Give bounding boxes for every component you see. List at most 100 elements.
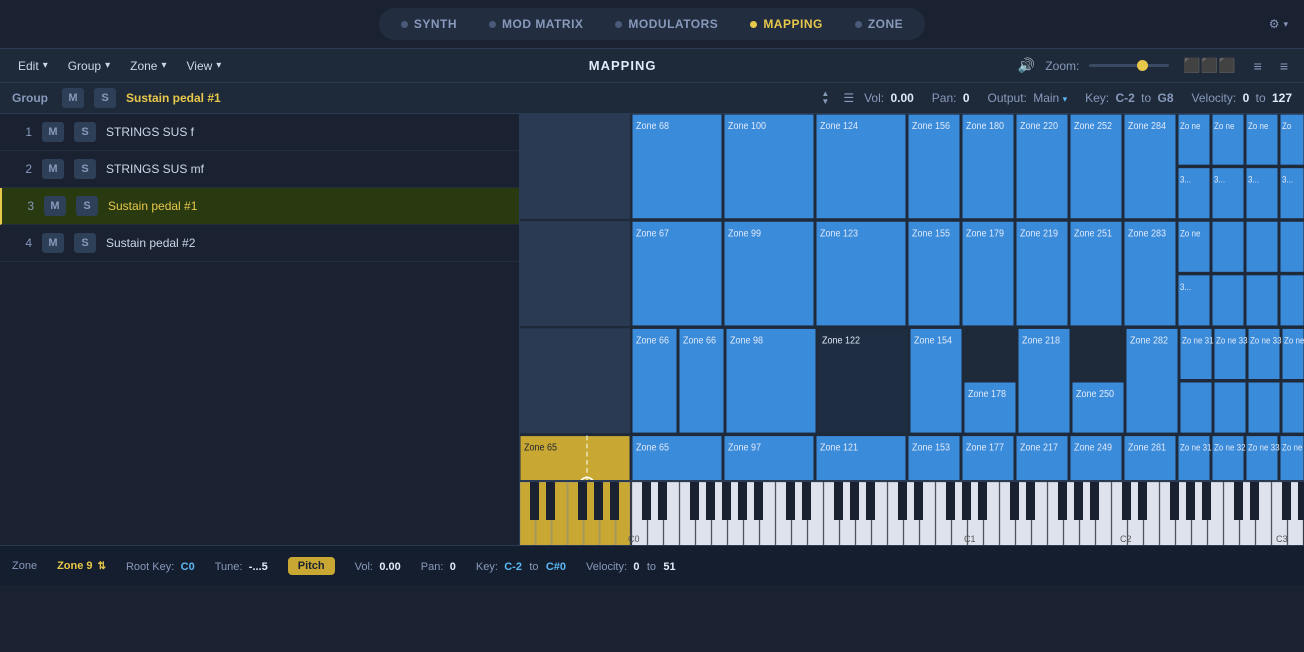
tab-mod-matrix[interactable]: MOD MATRIX [475, 12, 597, 36]
synth-label: SYNTH [414, 17, 457, 31]
settings-chevron: ▾ [1283, 19, 1288, 30]
row2-solo[interactable]: S [74, 159, 96, 179]
piano-svg[interactable]: C0 C1 C2 C3 [520, 482, 1304, 545]
pan-info: Pan: 0 [932, 91, 970, 105]
mapping-label: MAPPING [763, 17, 823, 31]
status-velocity-label: Velocity: [586, 561, 627, 573]
row1-solo[interactable]: S [74, 122, 96, 142]
root-key-value[interactable]: C0 [181, 561, 195, 573]
piano-keyboard: C0 C1 C2 C3 [520, 480, 1304, 545]
zoom-slider[interactable] [1089, 64, 1169, 67]
edit-menu[interactable]: Edit ▾ [12, 57, 54, 75]
group-row-label: Group [12, 91, 48, 105]
edit-label: Edit [18, 59, 39, 73]
svg-text:Zo ne: Zo ne [1248, 121, 1269, 132]
svg-text:Zone 219: Zone 219 [1020, 228, 1058, 240]
toolbar-title: MAPPING [239, 58, 1006, 73]
speaker-icon[interactable]: 🔊 [1018, 57, 1035, 74]
group-nav-arrows[interactable]: ▲ ▼ [821, 90, 829, 106]
tab-modulators[interactable]: MODULATORS [601, 12, 732, 36]
svg-text:Zone 250: Zone 250 [1076, 388, 1115, 400]
status-vol-value[interactable]: 0.00 [379, 561, 400, 573]
row2-mute[interactable]: M [42, 159, 64, 179]
zone-chevron: ▾ [161, 60, 166, 71]
svg-text:Zone 178: Zone 178 [968, 388, 1006, 400]
zoom-thumb [1137, 60, 1148, 71]
top-nav: SYNTH MOD MATRIX MODULATORS MAPPING ZONE… [0, 0, 1304, 48]
synth-dot [401, 21, 408, 28]
svg-text:Zone 217: Zone 217 [1020, 442, 1058, 454]
status-key-to[interactable]: C#0 [546, 561, 566, 573]
svg-text:Zo ne 36 1: Zo ne 36 1 [1282, 442, 1304, 453]
piano-black-keys[interactable] [530, 482, 1304, 520]
tune-label: Tune: [215, 561, 243, 573]
zoom-label: Zoom: [1045, 59, 1079, 73]
status-velocity-from[interactable]: 0 [633, 561, 639, 573]
svg-text:Zo ne: Zo ne [1180, 228, 1201, 239]
group-solo-btn[interactable]: S [94, 88, 116, 108]
zone-220-label: Zone 220 [1020, 121, 1059, 133]
sidebar: 1 M S STRINGS SUS f 2 M S STRINGS SUS mf… [0, 114, 520, 545]
status-pan-section: Pan: 0 [421, 559, 456, 573]
svg-text:Zone 98: Zone 98 [730, 335, 763, 347]
mapping-dot [750, 21, 757, 28]
row4-solo[interactable]: S [74, 233, 96, 253]
svg-text:Zone 65: Zone 65 [636, 442, 670, 454]
sidebar-row-1[interactable]: 1 M S STRINGS SUS f [0, 114, 519, 151]
group-mute-btn[interactable]: M [62, 88, 84, 108]
bars-icon[interactable]: ⬛⬛⬛ [1179, 55, 1239, 76]
tab-zone[interactable]: ZONE [841, 12, 917, 36]
tab-synth[interactable]: SYNTH [387, 12, 471, 36]
svg-text:3...: 3... [1180, 174, 1191, 185]
c0-label: C0 [628, 534, 640, 544]
zone-status-value[interactable]: Zone 9 ⇅ [57, 560, 106, 572]
row1-name: STRINGS SUS f [106, 125, 507, 139]
group-info: Vol: 0.00 Pan: 0 Output: Main ▾ Key: C-2… [864, 91, 1292, 105]
row3-mute[interactable]: M [44, 196, 66, 216]
zone-100-label: Zone 100 [728, 121, 767, 133]
toolbar: Edit ▾ Group ▾ Zone ▾ View ▾ MAPPING 🔊 Z… [0, 48, 1304, 83]
status-pan-value[interactable]: 0 [450, 561, 456, 573]
settings-button[interactable]: ⚙ ▾ [1269, 17, 1288, 31]
output-info: Output: Main ▾ [988, 91, 1068, 105]
zone-156-label: Zone 156 [912, 121, 950, 133]
view-menu[interactable]: View ▾ [181, 57, 228, 75]
status-vol-section: Vol: 0.00 [355, 559, 401, 573]
row1-mute[interactable]: M [42, 122, 64, 142]
svg-text:Zone 251: Zone 251 [1074, 228, 1112, 240]
status-velocity-to[interactable]: 51 [663, 561, 675, 573]
zone-menu-label: Zone [130, 59, 157, 73]
row3-solo[interactable]: S [76, 196, 98, 216]
group-row: Group M S Sustain pedal #1 ▲ ▼ ☰ Vol: 0.… [0, 83, 1304, 114]
group-list-icon[interactable]: ☰ [843, 91, 854, 105]
c2-label: C2 [1120, 534, 1132, 544]
pitch-button[interactable]: Pitch [288, 557, 335, 575]
zone-status-label: Zone [12, 560, 37, 572]
tune-value[interactable]: -...5 [249, 561, 268, 573]
group-menu[interactable]: Group ▾ [62, 57, 116, 75]
sidebar-row-4[interactable]: 4 M S Sustain pedal #2 [0, 225, 519, 262]
sidebar-row-2[interactable]: 2 M S STRINGS SUS mf [0, 151, 519, 188]
svg-text:3...: 3... [1214, 174, 1225, 185]
svg-text:Zone 154: Zone 154 [914, 335, 953, 347]
status-key-from[interactable]: C-2 [504, 561, 522, 573]
tab-mapping[interactable]: MAPPING [736, 12, 837, 36]
list-icon[interactable]: ≡ [1250, 56, 1266, 76]
row4-mute[interactable]: M [42, 233, 64, 253]
root-key-label: Root Key: [126, 561, 174, 573]
c1-label: C1 [964, 534, 976, 544]
svg-text:3...: 3... [1248, 174, 1259, 185]
svg-text:Zo ne: Zo ne [1180, 121, 1201, 132]
svg-text:Zone 65: Zone 65 [524, 442, 558, 454]
zone-map: Zone 68 Zone 100 Zone 124 Zone 156 Zone … [520, 114, 1304, 545]
status-pan-label: Pan: [421, 561, 444, 573]
zone-menu[interactable]: Zone ▾ [124, 57, 172, 75]
view-chevron: ▾ [216, 60, 221, 71]
settings-icon: ⚙ [1269, 17, 1280, 31]
svg-text:Zo ne: Zo ne [1214, 121, 1235, 132]
zone-dot [855, 21, 862, 28]
sidebar-row-3[interactable]: 3 M S Sustain pedal #1 [0, 188, 519, 225]
svg-text:Zone 67: Zone 67 [636, 228, 669, 240]
grid-icon[interactable]: ≡ [1276, 56, 1292, 76]
svg-text:Zone 283: Zone 283 [1128, 228, 1166, 240]
